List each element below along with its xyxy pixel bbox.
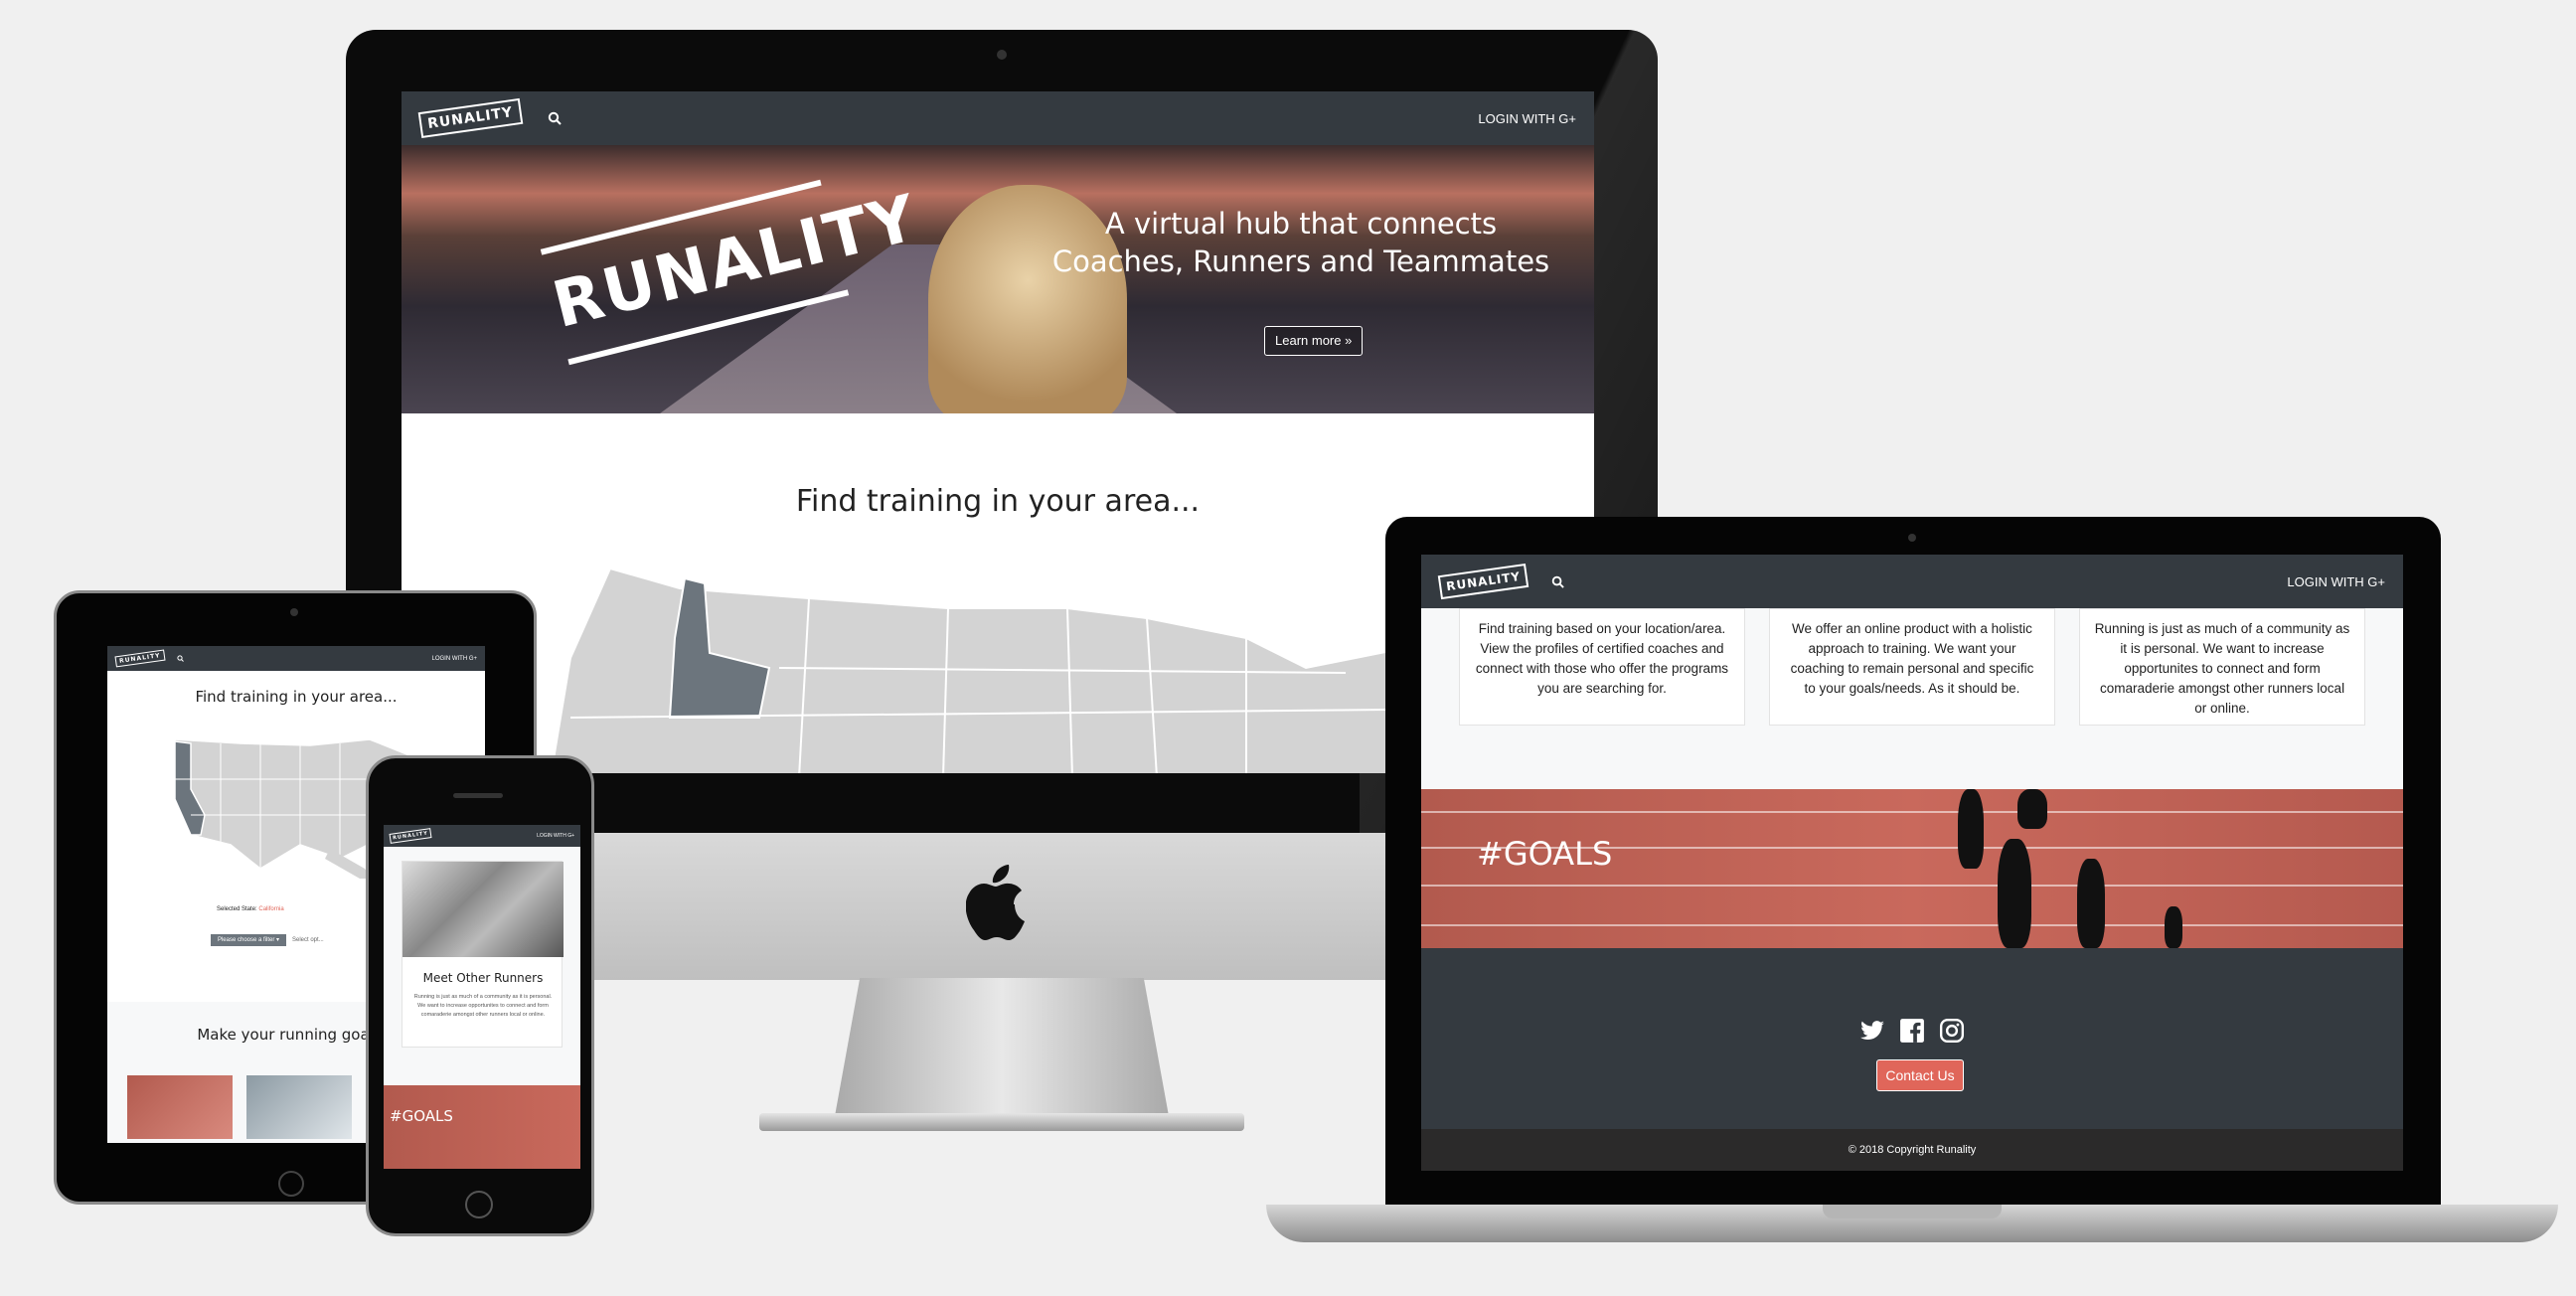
laptop-notch (1823, 1205, 2002, 1218)
runner-silhouette (1958, 789, 1984, 869)
phone-home-button (465, 1191, 493, 1218)
runner-silhouette (2017, 789, 2047, 829)
imac-camera (997, 50, 1007, 60)
imac-stand-foot (759, 1113, 1244, 1131)
runner-silhouette (1998, 839, 2031, 948)
filter-option-select[interactable]: Select opt... (292, 934, 324, 946)
hero-banner: RUNALITY A virtual hub that connects Coa… (402, 145, 1594, 413)
phone-screen: RUNALITY LOGIN WITH G+ Meet Other Runner… (384, 825, 580, 1169)
filter-dropdown[interactable]: Please choose a filter ▾ (211, 934, 286, 946)
feature-card-coaching: We offer an online product with a holist… (1769, 608, 2055, 726)
social-links (1421, 1018, 2403, 1044)
learn-more-button[interactable]: Learn more » (1264, 326, 1364, 356)
footer: Contact Us © 2018 Copyright Runality (1421, 948, 2403, 1171)
brand-logo[interactable]: RUNALITY (114, 649, 166, 668)
goals-heading: #GOALS (390, 1107, 453, 1125)
selected-state-label: Selected State: (217, 906, 257, 912)
laptop-screen: RUNALITY LOGIN WITH G+ Find training bas… (1421, 555, 2403, 1171)
tablet-home-button (278, 1171, 304, 1197)
brand-logo[interactable]: RUNALITY (1437, 563, 1530, 600)
instagram-icon[interactable] (1939, 1018, 1965, 1044)
goal-thumbnail[interactable] (246, 1075, 352, 1139)
navbar: RUNALITY LOGIN WITH G+ (402, 91, 1594, 145)
brand-logo[interactable]: RUNALITY (389, 828, 432, 844)
imac-stand (833, 978, 1171, 1127)
card-title: Meet Other Runners (422, 971, 544, 985)
feature-cards: Find training based on your location/are… (1459, 608, 2365, 726)
facebook-icon[interactable] (1899, 1018, 1925, 1044)
card-text: Running is just as much of a community a… (413, 994, 553, 1018)
meet-runners-card: Meet Other Runners Running is just as mu… (402, 861, 564, 1048)
hero-tagline: A virtual hub that connects Coaches, Run… (1051, 207, 1550, 278)
tablet-camera (290, 608, 298, 616)
copyright-text: © 2018 Copyright Runality (1421, 1129, 2403, 1171)
navbar: RUNALITY LOGIN WITH G+ (1421, 555, 2403, 608)
phone-speaker (453, 793, 503, 798)
goal-thumbnail[interactable] (127, 1075, 233, 1139)
login-google-link[interactable]: LOGIN WITH G+ (537, 833, 574, 839)
search-icon[interactable] (548, 111, 562, 125)
twitter-icon[interactable] (1859, 1018, 1885, 1044)
feature-card-community: Running is just as much of a community a… (2079, 608, 2365, 726)
contact-us-button[interactable]: Contact Us (1876, 1059, 1964, 1091)
goals-heading: #GOALS (1477, 835, 1613, 873)
login-google-link[interactable]: LOGIN WITH G+ (431, 656, 477, 662)
apple-logo-icon (966, 865, 1025, 940)
navbar: RUNALITY LOGIN WITH G+ (384, 825, 580, 847)
find-training-heading: Find training in your area... (795, 484, 1201, 519)
brand-logo[interactable]: RUNALITY (417, 97, 523, 139)
find-training-heading: Find training in your area... (195, 688, 398, 706)
selected-state: Selected State: California (217, 906, 284, 912)
laptop-camera (1908, 534, 1916, 542)
runner-silhouette (2077, 859, 2105, 948)
login-google-link[interactable]: LOGIN WITH G+ (2287, 574, 2385, 589)
feature-card-find-training: Find training based on your location/are… (1459, 608, 1745, 726)
selected-state-value: California (258, 906, 284, 912)
runner-silhouette (2165, 906, 2182, 948)
search-icon[interactable] (1551, 575, 1565, 588)
search-icon[interactable] (177, 655, 184, 662)
navbar: RUNALITY LOGIN WITH G+ (107, 646, 485, 671)
runners-image (402, 862, 564, 957)
login-google-link[interactable]: LOGIN WITH G+ (1478, 111, 1576, 126)
goals-banner: #GOALS (384, 1085, 580, 1169)
goals-banner: #GOALS (1421, 789, 2403, 948)
